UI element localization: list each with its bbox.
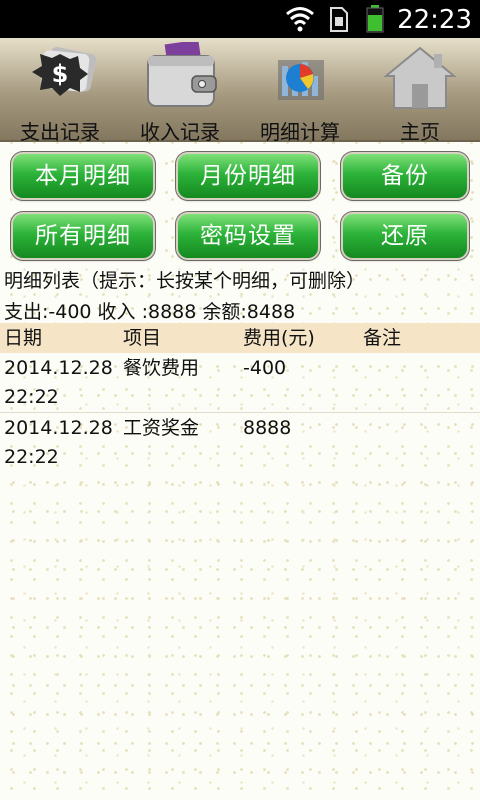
- battery-icon: [366, 5, 384, 33]
- restore-button[interactable]: 还原: [343, 214, 467, 258]
- tab-home[interactable]: 主页: [360, 38, 480, 144]
- monthly-detail-button[interactable]: 月份明细: [178, 154, 318, 198]
- tab-label: 收入记录: [140, 120, 220, 144]
- sim-card-icon: [330, 7, 348, 32]
- all-detail-button[interactable]: 所有明细: [13, 214, 153, 258]
- tab-bar: $ 支出记录 收入记录 明细计算 主页: [0, 38, 480, 144]
- status-clock: 22:23: [397, 5, 472, 35]
- header-date: 日期: [4, 327, 43, 349]
- tab-label: 支出记录: [20, 120, 100, 144]
- expense-money-icon: $: [32, 46, 97, 96]
- row-date: 2014.12.28 22:22: [4, 417, 113, 468]
- detail-list-hint: 明细列表（提示：长按某个明细，可删除）: [4, 270, 366, 292]
- row-amount: -400: [243, 357, 287, 379]
- wallet-icon: [147, 42, 217, 107]
- header-note: 备注: [363, 327, 402, 349]
- status-bar: 22:23: [0, 0, 480, 38]
- row-item: 工资奖金: [123, 417, 200, 439]
- tab-label: 明细计算: [260, 120, 340, 144]
- row-divider: [0, 412, 480, 413]
- backup-button[interactable]: 备份: [343, 154, 467, 198]
- home-icon: [383, 46, 457, 109]
- table-row[interactable]: 2014.12.28 22:22 工资奖金 8888: [0, 414, 480, 474]
- tab-label: 主页: [400, 120, 440, 144]
- tab-detail-calc[interactable]: 明细计算: [240, 38, 360, 144]
- row-item: 餐饮费用: [123, 357, 200, 379]
- header-item: 项目: [123, 327, 162, 349]
- password-settings-button[interactable]: 密码设置: [178, 214, 318, 258]
- row-date: 2014.12.28 22:22: [4, 357, 113, 408]
- tab-expense-record[interactable]: $ 支出记录: [0, 38, 120, 144]
- wifi-icon: [286, 7, 314, 32]
- table-row[interactable]: 2014.12.28 22:22 餐饮费用 -400: [0, 354, 480, 414]
- row-amount: 8888: [243, 417, 292, 439]
- pie-chart-icon: [278, 60, 324, 100]
- table-header: 日期 项目 费用(元) 备注: [0, 323, 480, 353]
- month-detail-button[interactable]: 本月明细: [13, 154, 153, 198]
- balance-summary: 支出:-400 收入 :8888 余额:8488: [4, 301, 296, 323]
- svg-text:$: $: [52, 60, 69, 88]
- tab-income-record[interactable]: 收入记录: [120, 38, 240, 144]
- header-amount: 费用(元): [243, 327, 315, 349]
